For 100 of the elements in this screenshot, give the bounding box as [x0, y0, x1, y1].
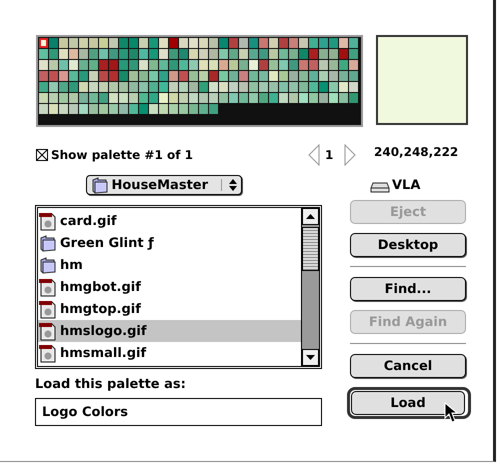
color-swatch[interactable]: [169, 71, 178, 81]
color-swatch[interactable]: [239, 38, 248, 48]
color-swatch[interactable]: [319, 38, 328, 48]
color-swatch[interactable]: [119, 93, 128, 103]
color-swatch[interactable]: [239, 49, 248, 59]
color-swatch[interactable]: [159, 60, 168, 70]
color-swatch[interactable]: [109, 82, 118, 92]
color-swatch[interactable]: [129, 93, 138, 103]
dialog-button[interactable]: Find...: [350, 277, 466, 301]
color-swatch[interactable]: [289, 60, 298, 70]
color-swatch[interactable]: [69, 60, 78, 70]
color-swatch[interactable]: [199, 71, 208, 81]
color-swatch[interactable]: [319, 93, 328, 103]
color-swatch[interactable]: [139, 71, 148, 81]
color-swatch[interactable]: [309, 49, 318, 59]
color-swatch[interactable]: [139, 38, 148, 48]
color-swatch[interactable]: [39, 82, 48, 92]
color-swatch[interactable]: [249, 60, 258, 70]
color-swatch[interactable]: [289, 71, 298, 81]
color-swatch[interactable]: [139, 60, 148, 70]
file-item[interactable]: Green Glint ƒ: [38, 232, 301, 254]
color-swatch[interactable]: [279, 82, 288, 92]
color-swatch[interactable]: [229, 93, 238, 103]
color-swatch[interactable]: [69, 104, 78, 114]
file-item[interactable]: hmgbot.gif: [38, 276, 301, 298]
color-swatch[interactable]: [109, 49, 118, 59]
color-swatch[interactable]: [279, 71, 288, 81]
color-swatch[interactable]: [299, 82, 308, 92]
color-swatch[interactable]: [339, 60, 348, 70]
file-item[interactable]: hmslogo.gif: [38, 320, 301, 342]
color-swatch[interactable]: [189, 82, 198, 92]
color-swatch[interactable]: [139, 82, 148, 92]
color-swatch[interactable]: [89, 49, 98, 59]
color-swatch[interactable]: [189, 60, 198, 70]
color-swatch[interactable]: [89, 104, 98, 114]
color-swatch[interactable]: [319, 60, 328, 70]
color-swatch[interactable]: [349, 93, 358, 103]
color-swatch[interactable]: [69, 93, 78, 103]
color-swatch[interactable]: [209, 104, 218, 114]
color-swatch[interactable]: [329, 93, 338, 103]
color-swatch[interactable]: [79, 82, 88, 92]
color-swatch[interactable]: [99, 82, 108, 92]
color-swatch[interactable]: [109, 104, 118, 114]
color-swatch[interactable]: [199, 60, 208, 70]
color-swatch[interactable]: [179, 104, 188, 114]
color-swatch[interactable]: [169, 38, 178, 48]
color-swatch[interactable]: [69, 38, 78, 48]
color-swatch[interactable]: [199, 104, 208, 114]
color-swatch[interactable]: [59, 82, 68, 92]
color-swatch[interactable]: [149, 38, 158, 48]
color-swatch[interactable]: [89, 82, 98, 92]
color-swatch[interactable]: [209, 49, 218, 59]
dialog-button[interactable]: Cancel: [350, 354, 466, 378]
color-swatch[interactable]: [349, 60, 358, 70]
color-swatch[interactable]: [349, 49, 358, 59]
color-swatch[interactable]: [319, 49, 328, 59]
color-swatch[interactable]: [79, 49, 88, 59]
color-swatch[interactable]: [49, 38, 58, 48]
color-swatch[interactable]: [209, 60, 218, 70]
file-item[interactable]: hmsmall.gif: [38, 342, 301, 364]
color-swatch[interactable]: [259, 49, 268, 59]
color-swatch[interactable]: [309, 71, 318, 81]
color-swatch[interactable]: [109, 38, 118, 48]
color-swatch[interactable]: [169, 104, 178, 114]
color-swatch[interactable]: [79, 60, 88, 70]
color-swatch[interactable]: [189, 38, 198, 48]
color-swatch[interactable]: [169, 60, 178, 70]
folder-popup[interactable]: HouseMaster: [86, 175, 242, 195]
color-swatch[interactable]: [189, 71, 198, 81]
color-swatch[interactable]: [49, 82, 58, 92]
color-swatch[interactable]: [329, 49, 338, 59]
file-item[interactable]: card.gif: [38, 210, 301, 232]
color-swatch[interactable]: [49, 71, 58, 81]
dialog-button[interactable]: Load: [351, 391, 465, 415]
color-swatch[interactable]: [309, 93, 318, 103]
color-swatch[interactable]: [109, 60, 118, 70]
color-swatch[interactable]: [149, 49, 158, 59]
color-swatch[interactable]: [269, 71, 278, 81]
checkbox[interactable]: [36, 149, 48, 161]
color-swatch[interactable]: [89, 93, 98, 103]
color-swatch[interactable]: [259, 93, 268, 103]
color-swatch[interactable]: [139, 49, 148, 59]
color-swatch[interactable]: [299, 93, 308, 103]
color-swatch[interactable]: [119, 82, 128, 92]
color-swatch[interactable]: [129, 82, 138, 92]
color-swatch[interactable]: [179, 49, 188, 59]
color-swatch[interactable]: [59, 60, 68, 70]
color-swatch[interactable]: [49, 93, 58, 103]
color-swatch[interactable]: [219, 38, 228, 48]
color-swatch[interactable]: [289, 93, 298, 103]
color-swatch[interactable]: [299, 71, 308, 81]
color-swatch[interactable]: [249, 93, 258, 103]
color-swatch[interactable]: [159, 49, 168, 59]
color-swatch[interactable]: [289, 38, 298, 48]
color-swatch[interactable]: [169, 93, 178, 103]
color-swatch[interactable]: [309, 60, 318, 70]
color-swatch[interactable]: [349, 71, 358, 81]
color-swatch[interactable]: [329, 60, 338, 70]
color-swatch[interactable]: [219, 82, 228, 92]
color-swatch[interactable]: [299, 38, 308, 48]
